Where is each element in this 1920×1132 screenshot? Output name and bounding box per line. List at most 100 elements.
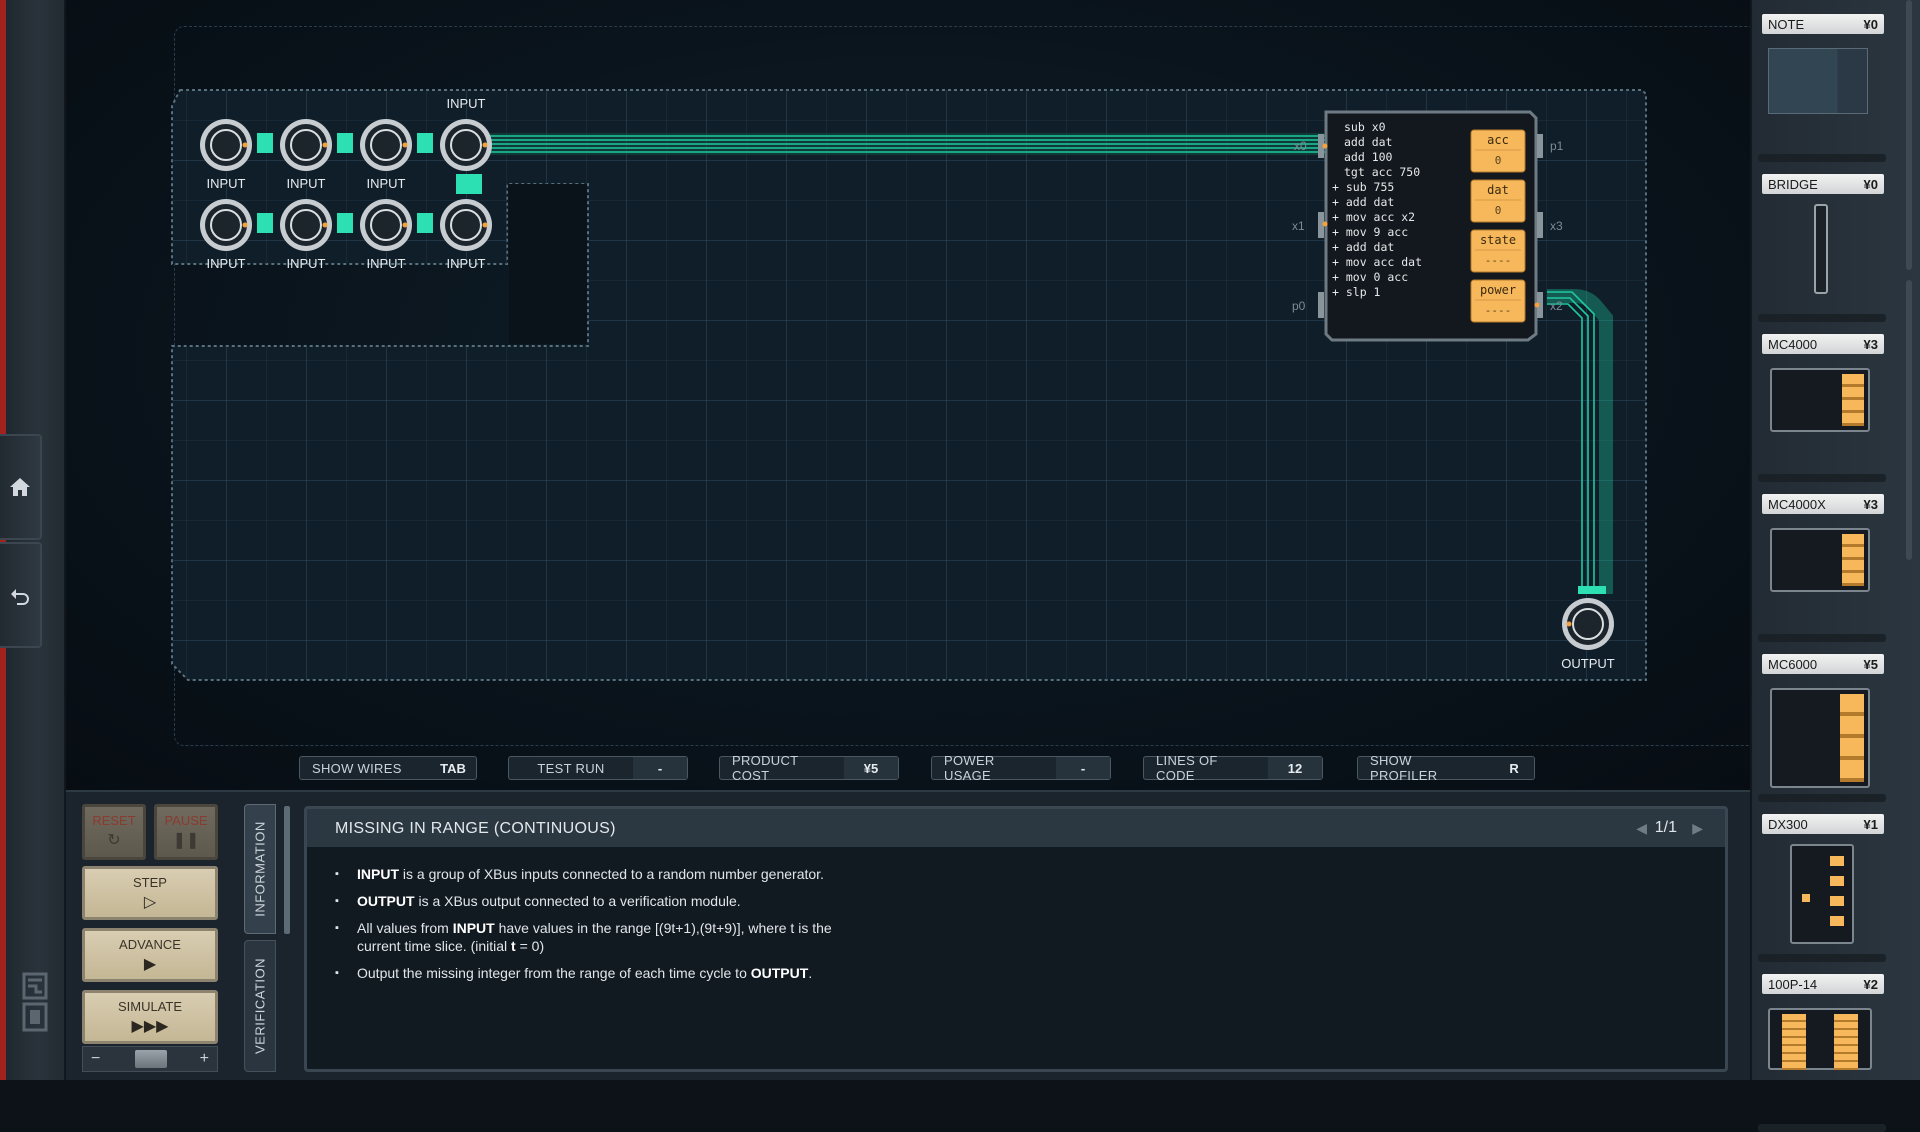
register-value: 0 <box>1495 204 1502 217</box>
reset-icon: ↻ <box>107 832 121 849</box>
show-profiler-toggle[interactable]: SHOW PROFILER R <box>1357 753 1535 783</box>
input-port[interactable] <box>280 199 332 251</box>
input-port[interactable] <box>360 119 412 171</box>
mc4000-preview-icon <box>1770 528 1870 592</box>
part-header: DX300 ¥1 <box>1762 814 1884 834</box>
pause-label: PAUSE <box>164 813 208 828</box>
part-header: NOTE ¥0 <box>1762 14 1884 34</box>
information-panel: MISSING IN RANGE (CONTINUOUS) ◀ 1/1 ▶ IN… <box>304 806 1728 1072</box>
show-wires-toggle[interactable]: SHOW WIRES TAB <box>299 756 477 780</box>
input-port[interactable] <box>200 199 252 251</box>
simulate-icon: ▶▶▶ <box>131 1018 169 1035</box>
active-tab-indicator <box>284 806 290 934</box>
palette-scrollbar[interactable] <box>1902 0 1916 560</box>
next-page-icon[interactable]: ▶ <box>1692 820 1703 837</box>
part-mc4000[interactable]: MC4000 ¥3 <box>1758 334 1886 482</box>
part-bridge[interactable]: BRIDGE ¥0 <box>1758 174 1886 322</box>
code-line[interactable]: + add dat <box>1332 195 1394 209</box>
lines-of-code-stat: LINES OF CODE 12 <box>1143 753 1323 783</box>
code-line[interactable]: + mov acc x2 <box>1332 210 1415 224</box>
part-cost: ¥2 <box>1863 976 1878 992</box>
code-line[interactable]: + sub 755 <box>1332 180 1394 194</box>
part-cost: ¥0 <box>1863 176 1878 192</box>
input-port[interactable] <box>280 119 332 171</box>
tab-verification[interactable]: VERIFICATION <box>244 940 276 1072</box>
part-cost: ¥3 <box>1863 336 1878 352</box>
pin-label-x1: x1 <box>1292 219 1305 233</box>
code-line[interactable]: + add dat <box>1332 240 1394 254</box>
pin-x3[interactable] <box>1537 212 1543 238</box>
circuit-board-area[interactable]: INPUT INPUT INPUT INPUT INPUT INPUT INPUT INPUT… <box>66 0 1776 790</box>
show-profiler-label: SHOW PROFILER <box>1370 753 1438 783</box>
stats-bar: SHOW WIRES TAB TEST RUN - PRODUCT COST ¥… <box>66 753 1750 784</box>
code-line[interactable]: + mov 0 acc <box>1332 270 1408 284</box>
board-cutout <box>509 184 587 344</box>
pin-p1[interactable] <box>1537 134 1543 158</box>
control-panel: RESET ↻ PAUSE ❚❚ STEP ▷ ADVANCE ▶ SIMULA… <box>66 790 1750 1080</box>
speed-slider[interactable]: − + <box>82 1046 218 1072</box>
palette-divider <box>1758 154 1886 162</box>
code-line[interactable]: add 100 <box>1344 150 1393 164</box>
test-run-label: TEST RUN <box>537 760 605 776</box>
mc4000-preview-icon <box>1770 368 1870 432</box>
part-note[interactable]: NOTE ¥0 <box>1758 14 1886 162</box>
test-run-stat: TEST RUN - <box>508 756 688 780</box>
register-name: dat <box>1487 183 1509 197</box>
list-item: All values from INPUT have values in the… <box>335 919 855 955</box>
lines-of-code-value: 12 <box>1268 757 1322 779</box>
part-dx300[interactable]: DX300 ¥1 <box>1758 814 1886 962</box>
output-port[interactable] <box>1562 598 1614 650</box>
speed-minus-button[interactable]: − <box>91 1050 100 1068</box>
note-preview-icon <box>1768 48 1868 114</box>
rail-accent <box>0 0 6 1080</box>
part-mc6000[interactable]: MC6000 ¥5 <box>1758 654 1886 802</box>
code-line[interactable]: sub x0 <box>1344 120 1386 134</box>
home-icon <box>10 478 30 496</box>
part-header: BRIDGE ¥0 <box>1762 174 1884 194</box>
code-line[interactable]: + mov acc dat <box>1332 255 1422 269</box>
xbus-wire <box>474 133 1386 155</box>
palette-divider <box>1758 314 1886 322</box>
pause-icon: ❚❚ <box>172 832 200 849</box>
code-line[interactable]: tgt acc 750 <box>1344 165 1420 179</box>
input-port[interactable] <box>440 119 492 171</box>
mc6000-chip[interactable]: sub x0add datadd 100tgt acc 750+ sub 755… <box>1318 110 1543 342</box>
register-power: power ---- <box>1470 279 1526 323</box>
advance-button[interactable]: ADVANCE ▶ <box>82 928 218 982</box>
reset-button[interactable]: RESET ↻ <box>82 804 146 860</box>
tab-information[interactable]: INFORMATION <box>244 804 276 934</box>
code-line[interactable]: + mov 9 acc <box>1332 225 1408 239</box>
tab-information-label: INFORMATION <box>252 821 268 917</box>
register-value: 0 <box>1495 154 1502 167</box>
step-button[interactable]: STEP ▷ <box>82 866 218 920</box>
pin-label-p1: p1 <box>1550 139 1564 153</box>
advance-label: ADVANCE <box>119 937 181 952</box>
pin-label-x0: x0 <box>1294 139 1307 153</box>
input-label: INPUT <box>287 176 326 191</box>
code-line[interactable]: + slp 1 <box>1332 285 1381 299</box>
undo-button[interactable] <box>0 542 42 648</box>
input-label: INPUT <box>447 96 486 111</box>
part-name: 100P-14 <box>1768 976 1818 992</box>
input-port[interactable] <box>440 199 492 251</box>
code-line[interactable]: add dat <box>1344 135 1392 149</box>
prev-page-icon[interactable]: ◀ <box>1636 820 1647 837</box>
part-100p-14[interactable]: 100P-14 ¥2 <box>1758 974 1886 1132</box>
product-cost-stat: PRODUCT COST ¥5 <box>719 753 899 783</box>
register-dat: dat 0 <box>1470 179 1526 223</box>
speed-plus-button[interactable]: + <box>200 1050 209 1068</box>
input-port[interactable] <box>360 199 412 251</box>
circuit-board[interactable]: INPUT INPUT INPUT INPUT INPUT INPUT INPUT INPUT… <box>66 0 1750 760</box>
register-state: state ---- <box>1470 229 1526 273</box>
pause-button[interactable]: PAUSE ❚❚ <box>154 804 218 860</box>
speed-slider-handle[interactable] <box>135 1050 167 1068</box>
palette-divider <box>1758 634 1886 642</box>
pin-p0[interactable] <box>1318 292 1324 318</box>
simulate-button[interactable]: SIMULATE ▶▶▶ <box>82 990 218 1044</box>
product-cost-value: ¥5 <box>844 757 898 779</box>
part-mc4000x[interactable]: MC4000X ¥3 <box>1758 494 1886 642</box>
input-port[interactable] <box>200 119 252 171</box>
bridge-preview-icon <box>1814 204 1828 294</box>
home-button[interactable] <box>0 434 42 540</box>
undo-icon <box>11 589 29 605</box>
